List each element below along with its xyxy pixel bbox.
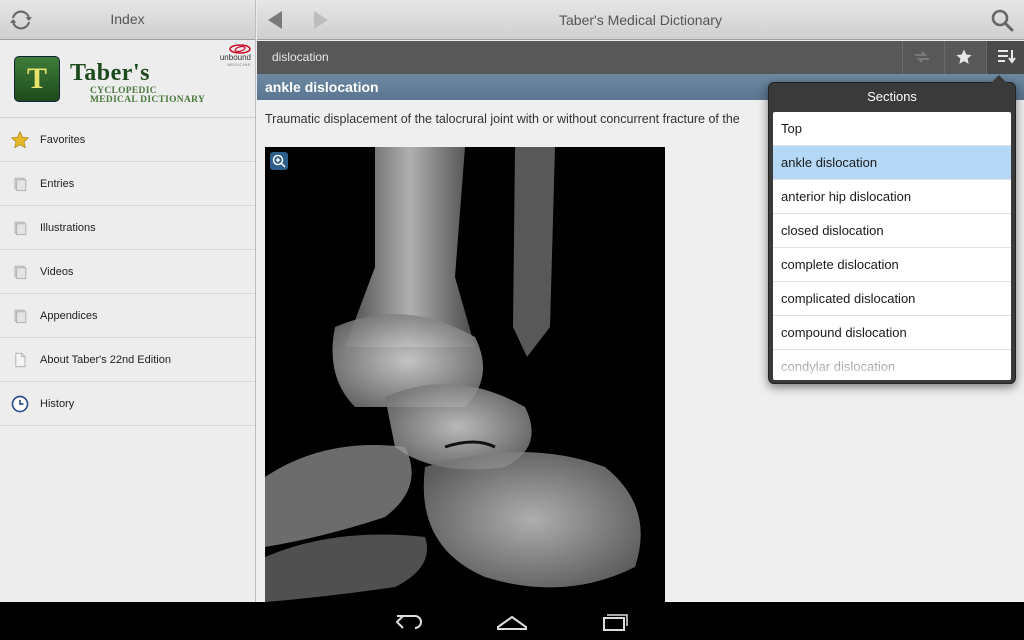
sections-list-icon <box>998 50 1016 64</box>
nav-about[interactable]: About Taber's 22nd Edition <box>0 338 255 382</box>
section-title: ankle dislocation <box>265 79 379 95</box>
section-item-complete-dislocation[interactable]: complete dislocation <box>773 248 1011 282</box>
nav-favorites[interactable]: Favorites <box>0 118 255 162</box>
definition-text: Traumatic displacement of the talocrural… <box>265 112 740 126</box>
page-icon <box>14 221 27 236</box>
app-logo: T Taber's CYCLOPEDIC MEDICAL DICTIONARY … <box>0 40 255 118</box>
xray-illustration <box>265 147 641 602</box>
clock-icon <box>11 395 29 413</box>
sections-list[interactable]: Top ankle dislocation anterior hip dislo… <box>773 112 1011 380</box>
entry-toolbar: dislocation <box>257 41 1024 74</box>
page-icon <box>14 265 27 280</box>
app-title: Taber's Medical Dictionary <box>559 12 722 28</box>
popup-pointer <box>991 75 1007 83</box>
nav-history[interactable]: History <box>0 382 255 426</box>
nav-label: About Taber's 22nd Edition <box>40 353 171 366</box>
logo-badge: T <box>14 56 60 102</box>
section-item-top[interactable]: Top <box>773 112 1011 146</box>
publisher-logo: unbound MEDICINE <box>211 44 251 70</box>
nav-videos[interactable]: Videos <box>0 250 255 294</box>
index-pane: Index T Taber's CYCLOPEDIC MEDICAL DICTI… <box>0 0 256 602</box>
nav-label: Appendices <box>40 309 98 322</box>
system-recents-icon[interactable] <box>597 611 631 633</box>
system-home-icon[interactable] <box>495 611 529 633</box>
share-button[interactable] <box>902 41 940 74</box>
index-title: Index <box>110 11 145 27</box>
popup-title: Sections <box>867 89 917 104</box>
nav-label: Videos <box>40 265 74 278</box>
section-item-compound-dislocation[interactable]: compound dislocation <box>773 316 1011 350</box>
section-item-anterior-hip-dislocation[interactable]: anterior hip dislocation <box>773 180 1011 214</box>
section-item-complicated-dislocation[interactable]: complicated dislocation <box>773 282 1011 316</box>
favorite-button[interactable] <box>944 41 982 74</box>
logo-subtitle-2: MEDICAL DICTIONARY <box>90 95 206 105</box>
nav-label: History <box>40 397 75 410</box>
zoom-in-icon <box>272 154 286 168</box>
system-nav-bar <box>0 602 1024 640</box>
nav-label: Illustrations <box>40 221 96 234</box>
logo-title: Taber's <box>70 60 150 86</box>
section-item-closed-dislocation[interactable]: closed dislocation <box>773 214 1011 248</box>
publisher-sub: MEDICINE <box>227 62 251 67</box>
nav-appendices[interactable]: Appendices <box>0 294 255 338</box>
zoom-image-button[interactable] <box>270 152 288 170</box>
nav-entries[interactable]: Entries <box>0 162 255 206</box>
list-fade <box>773 362 1011 380</box>
sections-button[interactable] <box>986 41 1024 74</box>
page-icon <box>14 177 27 192</box>
page-icon <box>14 309 27 324</box>
search-icon[interactable] <box>990 8 1014 32</box>
index-header: Index <box>0 0 255 40</box>
publisher-name: unbound <box>219 53 251 62</box>
nav-illustrations[interactable]: Illustrations <box>0 206 255 250</box>
system-back-icon[interactable] <box>393 611 427 633</box>
entry-title: dislocation <box>272 50 329 64</box>
app-window: Index T Taber's CYCLOPEDIC MEDICAL DICTI… <box>0 0 1024 640</box>
document-icon <box>15 352 26 368</box>
star-icon <box>10 130 30 149</box>
nav-label: Entries <box>40 177 75 190</box>
main-header: Taber's Medical Dictionary <box>257 0 1024 40</box>
share-arrows-icon <box>915 51 929 63</box>
sections-popup: Sections Top ankle dislocation anterior … <box>768 75 1016 384</box>
star-icon <box>956 49 972 64</box>
ankle-xray-image[interactable] <box>265 147 665 602</box>
nav-label: Favorites <box>40 133 86 146</box>
section-item-ankle-dislocation[interactable]: ankle dislocation <box>773 146 1011 180</box>
